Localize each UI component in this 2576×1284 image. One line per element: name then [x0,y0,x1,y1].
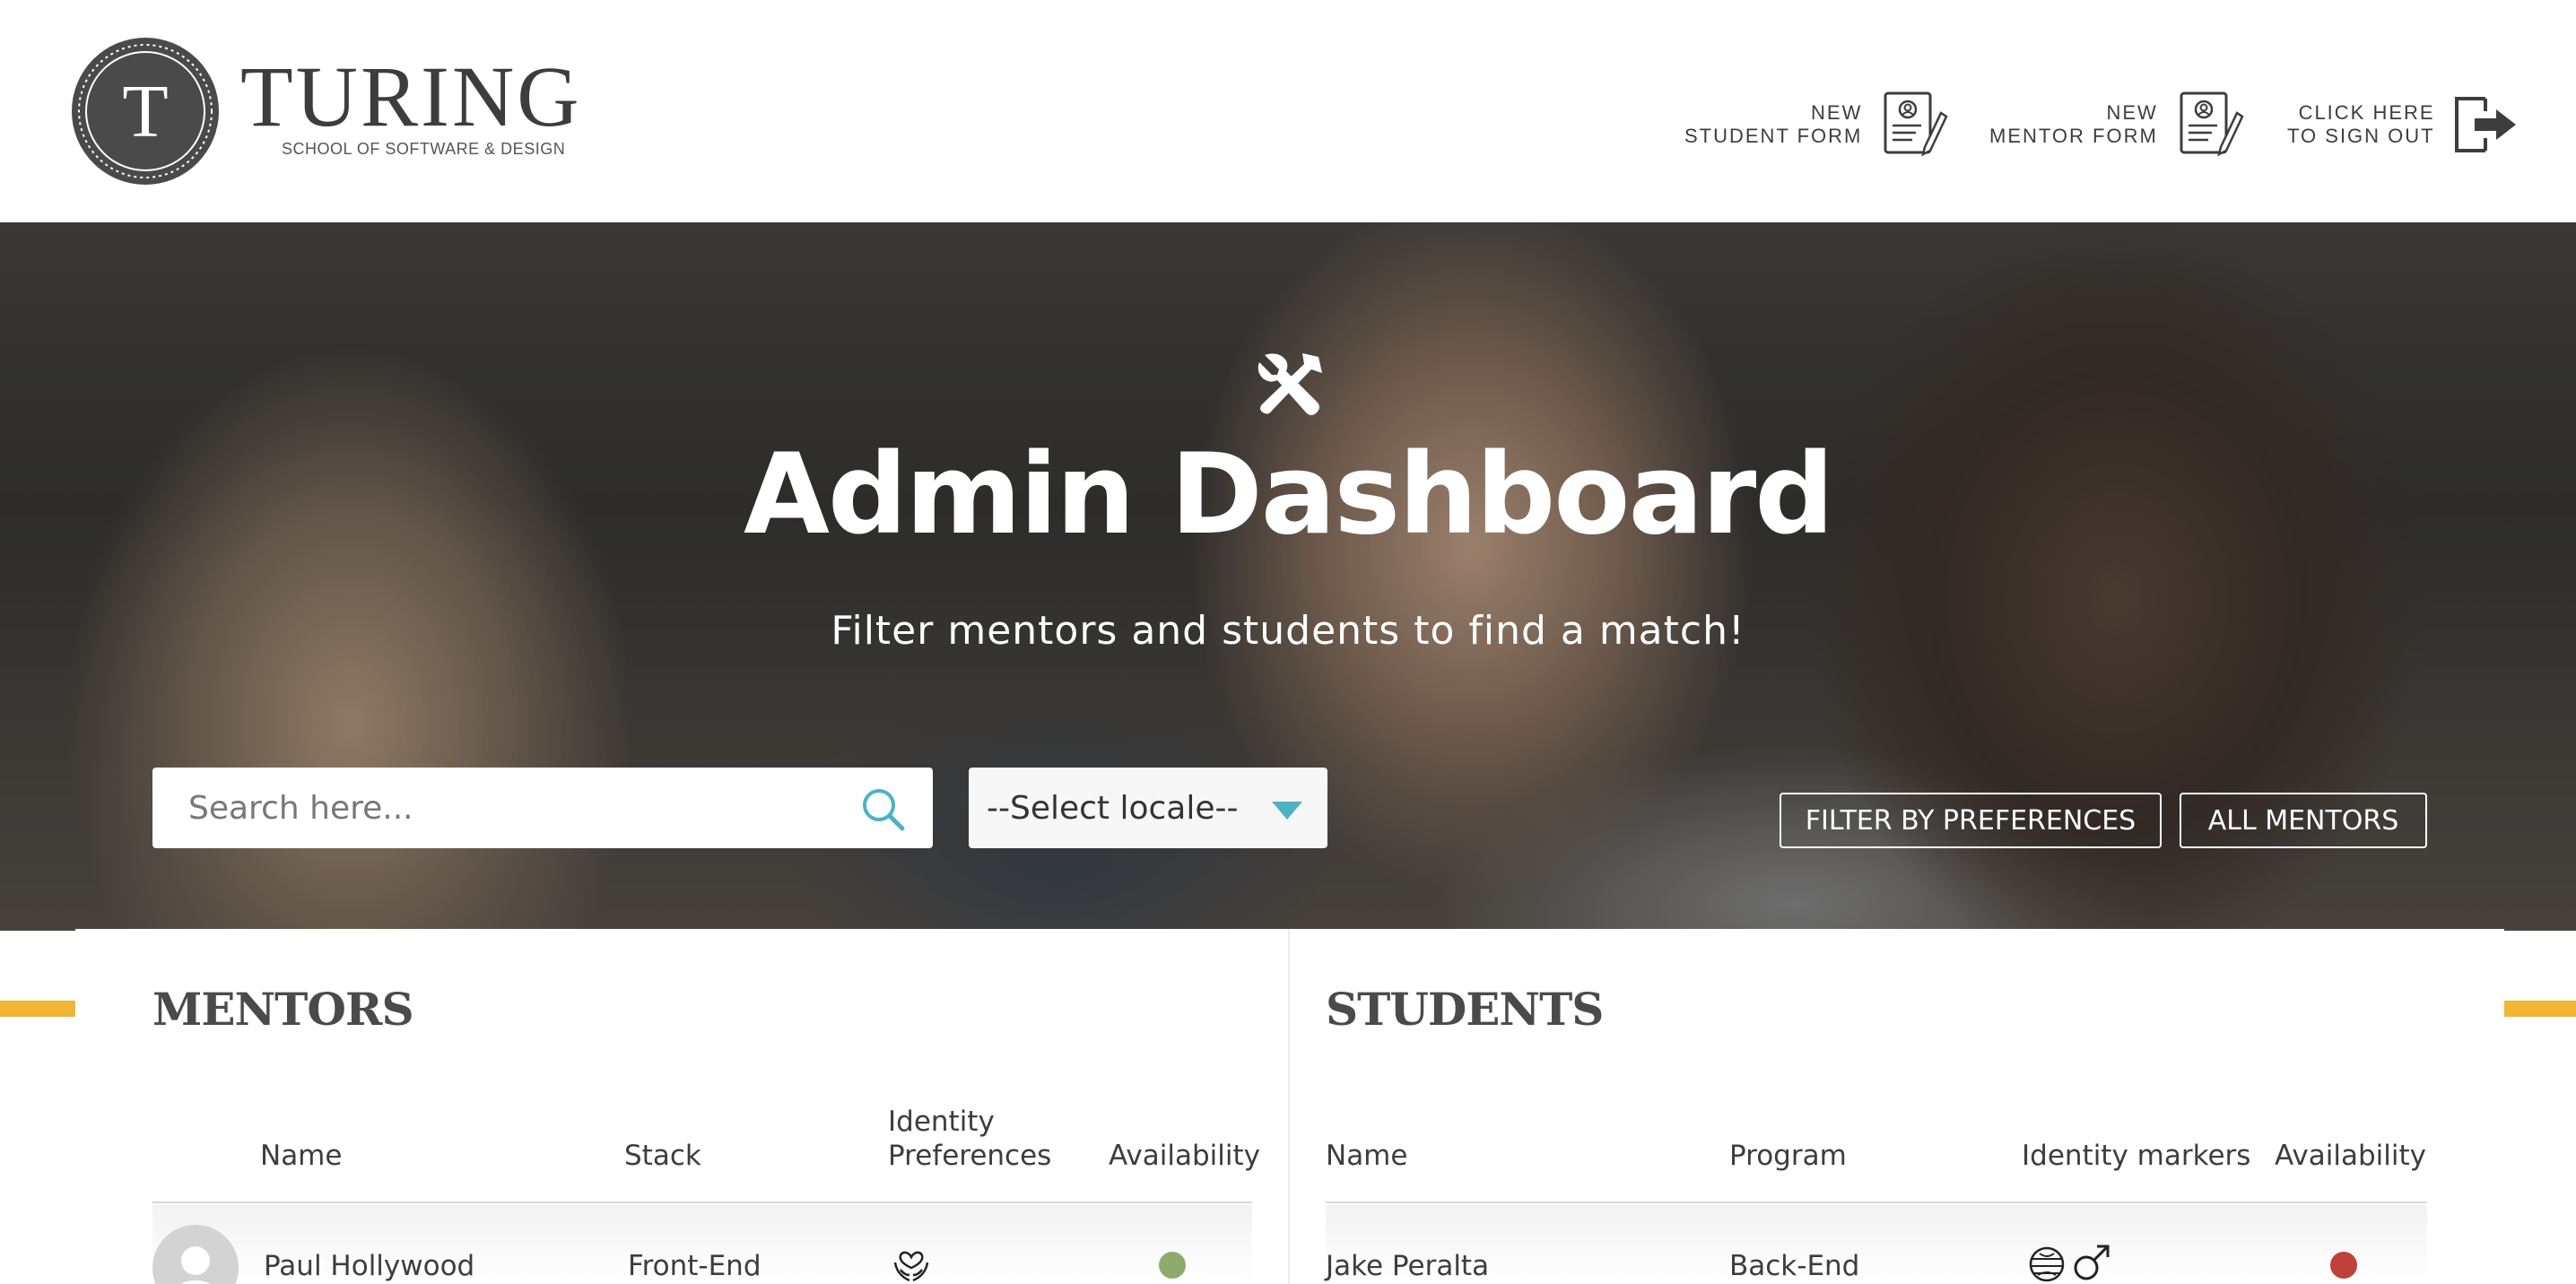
column-divider [1288,929,1290,1284]
mentors-col-availability: Availability [1109,1140,1260,1172]
student-name[interactable]: Jake Peralta [1326,1250,1489,1282]
logo-letter: T [122,70,168,153]
nav-label-line2: STUDENT FORM [1684,125,1863,147]
top-header: T TURING SCHOOL OF SOFTWARE & DESIGN NEW… [0,0,2576,222]
mentor-stack: Front-End [628,1250,761,1282]
male-icon [2074,1245,2110,1280]
locale-selected-value: --Select locale-- [987,789,1239,827]
students-col-identity-markers: Identity markers [2022,1140,2251,1172]
mentors-col-preferences: Preferences [888,1140,1052,1172]
nav-label-line1: CLICK HERE [2298,101,2435,124]
form-icon [2180,91,2244,157]
logo-seal-icon: T [72,38,219,185]
mentor-name[interactable]: Paul Hollywood [264,1250,474,1282]
new-student-form-link[interactable]: NEW STUDENT FORM [1684,90,1948,160]
hands-heart-icon [893,1251,929,1282]
nav-label-line2: MENTOR FORM [1989,125,2158,147]
hero-banner: Admin Dashboard Filter mentors and stude… [0,222,2576,931]
search-bar[interactable] [152,768,933,848]
nav-label-line1: NEW [2106,101,2158,124]
sign-out-icon [2454,97,2516,152]
mentors-col-name: Name [260,1140,343,1172]
nav-label: NEW STUDENT FORM [1684,101,1862,148]
student-availability-dot [2330,1252,2357,1279]
students-row-background [1326,1205,2427,1284]
students-header-rule [1326,1202,2427,1203]
mentor-availability-dot [1159,1252,1186,1279]
brand-name: TURING [240,48,582,144]
accent-bar-left [0,1001,75,1017]
all-mentors-button[interactable]: ALL MENTORS [2180,793,2427,848]
globe-icon [2029,1246,2065,1282]
student-program: Back-End [1729,1250,1860,1282]
form-icon [1884,91,1948,157]
accent-bar-right [2504,1001,2576,1017]
filter-by-preferences-button[interactable]: FILTER BY PREFERENCES [1780,793,2162,848]
nav-label: NEW MENTOR FORM [1989,101,2158,148]
nav-label: CLICK HERE TO SIGN OUT [2287,101,2435,148]
brand-tagline: SCHOOL OF SOFTWARE & DESIGN [282,140,566,158]
students-col-program: Program [1729,1140,1847,1172]
page-subtitle: Filter mentors and students to find a ma… [831,608,1745,654]
sign-out-link[interactable]: CLICK HERE TO SIGN OUT [2287,90,2521,160]
search-input[interactable] [188,772,852,844]
search-icon[interactable] [859,785,906,832]
page-title: Admin Dashboard [743,430,1834,560]
chevron-down-icon [1272,802,1302,820]
students-heading: STUDENTS [1326,983,1604,1036]
students-col-name: Name [1326,1140,1408,1172]
mentors-col-identity: Identity [888,1106,995,1138]
locale-dropdown[interactable]: --Select locale-- [969,768,1327,848]
mentors-col-stack: Stack [624,1140,701,1172]
turing-logo[interactable]: T TURING SCHOOL OF SOFTWARE & DESIGN [70,36,608,188]
nav-label-line2: TO SIGN OUT [2287,125,2435,147]
students-col-availability: Availability [2275,1140,2426,1172]
mentors-heading: MENTORS [152,983,414,1036]
mentors-header-rule [152,1202,1252,1203]
nav-label-line1: NEW [1811,101,1863,124]
tools-icon [1258,353,1322,415]
new-mentor-form-link[interactable]: NEW MENTOR FORM [1989,90,2244,160]
